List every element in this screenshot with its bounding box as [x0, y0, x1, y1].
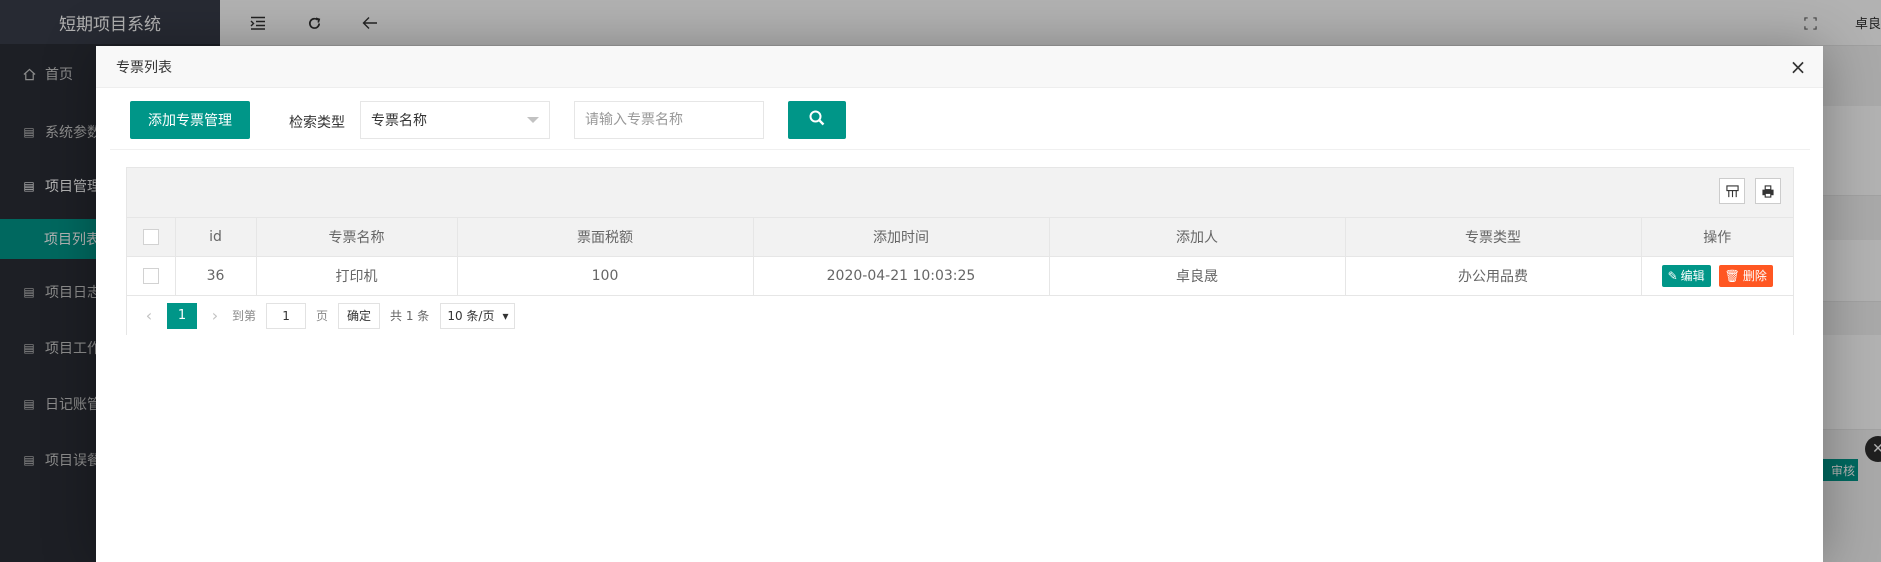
- column-header[interactable]: id: [175, 218, 257, 257]
- table-row: 36 打印机 100 2020-04-21 10:03:25 卓良晟 办公用品费…: [127, 256, 1793, 296]
- search-button[interactable]: [788, 101, 846, 139]
- dialog-title: 专票列表: [116, 59, 172, 76]
- table-header-row: id 专票名称 票面税额 添加时间 添加人 专票类型 操作: [127, 218, 1793, 257]
- cell-actions: ✎ 编辑 🗑 删除: [1641, 256, 1793, 296]
- cell-id: 36: [175, 256, 257, 296]
- select-all-checkbox[interactable]: [127, 218, 176, 257]
- row-checkbox[interactable]: [127, 256, 176, 296]
- columns-filter-icon[interactable]: [1719, 178, 1745, 204]
- cell-tax: 100: [457, 256, 754, 296]
- edit-button[interactable]: ✎ 编辑: [1661, 264, 1711, 287]
- dialog-header: 专票列表 ×: [96, 46, 1823, 88]
- divider: [110, 149, 1810, 150]
- column-header[interactable]: 票面税额: [457, 218, 754, 257]
- next-page-icon[interactable]: ›: [203, 306, 227, 325]
- goto-label: 到第: [232, 309, 257, 323]
- print-icon[interactable]: [1755, 178, 1781, 204]
- dropdown-arrow-icon: ▾: [502, 308, 509, 323]
- search-type-label: 检索类型: [289, 115, 345, 131]
- close-icon[interactable]: ×: [1787, 55, 1809, 79]
- prev-page-icon[interactable]: ‹: [137, 306, 161, 325]
- dropdown-arrow-icon: [527, 117, 539, 123]
- trash-icon: 🗑: [1724, 268, 1740, 283]
- cell-time: 2020-04-21 10:03:25: [753, 256, 1050, 296]
- dialog-toolbar: 添加专票管理 检索类型 专票名称: [96, 88, 1823, 148]
- current-page[interactable]: 1: [167, 302, 197, 329]
- cell-type: 办公用品费: [1345, 256, 1642, 296]
- page-unit: 页: [316, 309, 329, 323]
- search-type-value: 专票名称: [371, 113, 427, 129]
- invoice-list-dialog: 专票列表 × 添加专票管理 检索类型 专票名称 请输入专票名称 id 专票名称 …: [96, 46, 1823, 562]
- column-header[interactable]: 添加人: [1049, 218, 1346, 257]
- column-header[interactable]: 专票名称: [256, 218, 458, 257]
- invoice-table: id 专票名称 票面税额 添加时间 添加人 专票类型 操作 36 打印机 100…: [126, 167, 1794, 335]
- cell-name: 打印机: [256, 256, 458, 296]
- table-toolbar: [127, 168, 1793, 218]
- delete-button[interactable]: 🗑 删除: [1718, 264, 1773, 287]
- column-header: 操作: [1641, 218, 1793, 257]
- search-input[interactable]: [574, 101, 764, 139]
- search-icon: [809, 110, 825, 130]
- total-count: 共 1 条: [390, 309, 430, 323]
- pencil-icon: ✎: [1667, 268, 1678, 283]
- pagination: ‹ 1 › 到第 页 确定 共 1 条 10 条/页 ▾: [127, 296, 1793, 335]
- goto-page-input[interactable]: [266, 302, 307, 329]
- page-size-select[interactable]: 10 条/页 ▾: [440, 302, 516, 329]
- page-size-value: 10 条/页: [447, 309, 495, 323]
- column-header[interactable]: 添加时间: [753, 218, 1050, 257]
- column-header[interactable]: 专票类型: [1345, 218, 1642, 257]
- edit-label: 编辑: [1680, 269, 1705, 283]
- delete-label: 删除: [1742, 269, 1767, 283]
- add-invoice-button[interactable]: 添加专票管理: [130, 101, 250, 139]
- cell-adder: 卓良晟: [1049, 256, 1346, 296]
- data-table: id 专票名称 票面税额 添加时间 添加人 专票类型 操作 36 打印机 100…: [127, 218, 1793, 296]
- goto-confirm-button[interactable]: 确定: [338, 302, 381, 329]
- search-type-select[interactable]: 专票名称: [360, 101, 550, 139]
